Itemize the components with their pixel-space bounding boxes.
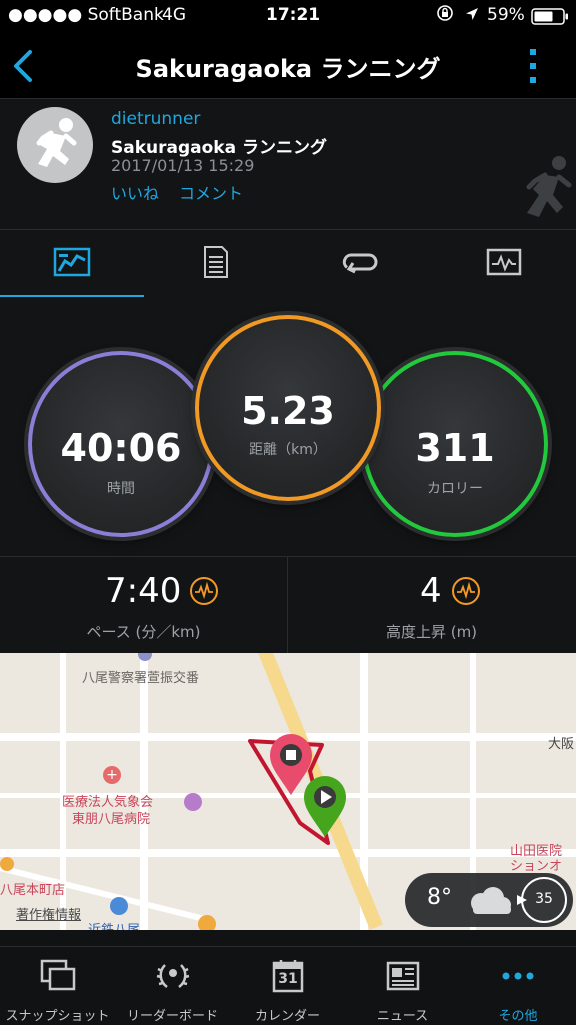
map-label: ションオ bbox=[510, 859, 563, 874]
lock-rotation-icon bbox=[436, 4, 454, 27]
tab-label: その他 bbox=[498, 1009, 538, 1024]
distance-label: 距離（km） bbox=[249, 442, 327, 458]
leaderboard-laurel-icon bbox=[155, 959, 191, 993]
wind-speed-dial: 35 bbox=[517, 877, 567, 923]
landmark-pin-icon bbox=[184, 793, 202, 811]
more-dots-icon bbox=[500, 959, 536, 993]
wind-speed: 35 bbox=[535, 891, 553, 907]
calendar-icon: 31 bbox=[270, 959, 306, 993]
snapshot-icon bbox=[40, 959, 76, 993]
location-arrow-icon bbox=[464, 6, 480, 27]
like-link[interactable]: いいね bbox=[111, 180, 159, 204]
tab-more[interactable]: その他 bbox=[460, 947, 576, 1025]
time-label: 時間 bbox=[107, 481, 135, 497]
calories-label: カロリー bbox=[427, 481, 483, 497]
nav-bar: Sakuragaoka ランニング bbox=[0, 32, 576, 98]
tab-label: スナップショット bbox=[5, 1009, 110, 1024]
hospital-pin-icon: + bbox=[103, 766, 121, 784]
battery-icon bbox=[531, 8, 569, 30]
running-activity-icon bbox=[515, 151, 575, 229]
activity-name: Sakuragaoka ランニング bbox=[111, 138, 327, 158]
map-label: 八尾警察署萱振交番 bbox=[82, 671, 200, 686]
calendar-day: 31 bbox=[278, 971, 298, 987]
tab-label: リーダーボード bbox=[126, 1009, 218, 1024]
status-bar: ●●●●● SoftBank 4G 17:21 59% bbox=[0, 0, 576, 32]
distance-stat-circle[interactable]: 5.23 距離（km） bbox=[195, 315, 381, 501]
cloudy-weather-icon bbox=[463, 885, 515, 921]
tab-label: カレンダー bbox=[254, 1009, 320, 1024]
tab-calendar[interactable]: 31 カレンダー bbox=[230, 947, 345, 1025]
back-button[interactable] bbox=[8, 46, 44, 86]
start-marker-icon[interactable] bbox=[302, 775, 348, 843]
tab-leaderboard[interactable]: リーダーボード bbox=[115, 947, 230, 1025]
weather-temperature: 8° bbox=[427, 885, 452, 910]
map-bottom-gap bbox=[0, 930, 576, 946]
tab-charts[interactable] bbox=[432, 230, 576, 298]
carrier: ●●●●● SoftBank bbox=[8, 5, 164, 25]
battery-percent: 59% bbox=[487, 5, 525, 25]
activity-datetime: 2017/01/13 15:29 bbox=[111, 156, 255, 175]
map-label: 東朋八尾病院 bbox=[72, 812, 151, 827]
metrics-row: 7:40 ペース (分／km) 4 高度上昇 (m) bbox=[0, 556, 576, 654]
pace-label: ペース (分／km) bbox=[86, 623, 201, 641]
tab-details[interactable] bbox=[144, 230, 288, 298]
charts-icon bbox=[486, 248, 522, 280]
stats-panel: 40:06 時間 311 カロリー 5.23 距離（km） bbox=[0, 297, 576, 555]
tab-snapshot[interactable]: スナップショット bbox=[0, 947, 115, 1025]
tab-laps[interactable] bbox=[288, 230, 432, 298]
time-value: 40:06 bbox=[60, 426, 182, 470]
details-list-icon bbox=[202, 245, 230, 283]
tab-summary[interactable] bbox=[0, 230, 144, 298]
elevation-label: 高度上昇 (m) bbox=[385, 623, 478, 641]
network-type: 4G bbox=[162, 5, 186, 25]
pace-metric[interactable]: 7:40 ペース (分／km) bbox=[0, 557, 287, 654]
more-vertical-icon[interactable] bbox=[522, 46, 546, 86]
time-stat-circle[interactable]: 40:06 時間 bbox=[28, 351, 214, 537]
avatar[interactable] bbox=[17, 107, 93, 183]
tab-label: ニュース bbox=[376, 1009, 429, 1024]
map-label: 近鉄八尾 bbox=[88, 919, 140, 930]
map-copyright-link[interactable]: 著作権情報 bbox=[16, 904, 81, 923]
pulse-icon bbox=[452, 577, 480, 605]
distance-value: 5.23 bbox=[241, 389, 335, 433]
map-label: 大阪 bbox=[548, 737, 575, 752]
news-icon bbox=[385, 959, 421, 993]
calories-value: 311 bbox=[415, 426, 495, 470]
pulse-icon bbox=[190, 577, 218, 605]
activity-header: dietrunner Sakuragaoka ランニング 2017/01/13 … bbox=[0, 98, 576, 230]
train-station-icon bbox=[110, 897, 128, 915]
route-map[interactable]: 八尾警察署萱振交番 + 医療法人気象会 東朋八尾病院 八尾本町店 著作権情報 近… bbox=[0, 653, 576, 930]
comment-link[interactable]: コメント bbox=[179, 180, 243, 204]
bottom-tab-bar: スナップショット リーダーボード 31 カレンダー ニュース その他 bbox=[0, 946, 576, 1025]
laps-loop-icon bbox=[341, 250, 379, 278]
map-label: 八尾本町店 bbox=[0, 883, 66, 898]
pace-value: 7:40 bbox=[105, 571, 182, 611]
elevation-value: 4 bbox=[420, 571, 442, 611]
weather-widget[interactable]: 8° 35 bbox=[405, 873, 573, 927]
elevation-metric[interactable]: 4 高度上昇 (m) bbox=[288, 557, 575, 654]
store-pin-icon bbox=[0, 857, 14, 871]
shop-pin-icon bbox=[198, 915, 216, 930]
tab-news[interactable]: ニュース bbox=[345, 947, 460, 1025]
clock: 17:21 bbox=[266, 5, 321, 25]
username-link[interactable]: dietrunner bbox=[111, 109, 200, 129]
page-title: Sakuragaoka ランニング bbox=[135, 55, 441, 83]
activity-tabs bbox=[0, 229, 576, 299]
summary-chart-icon bbox=[53, 247, 91, 281]
calories-stat-circle[interactable]: 311 カロリー bbox=[362, 351, 548, 537]
